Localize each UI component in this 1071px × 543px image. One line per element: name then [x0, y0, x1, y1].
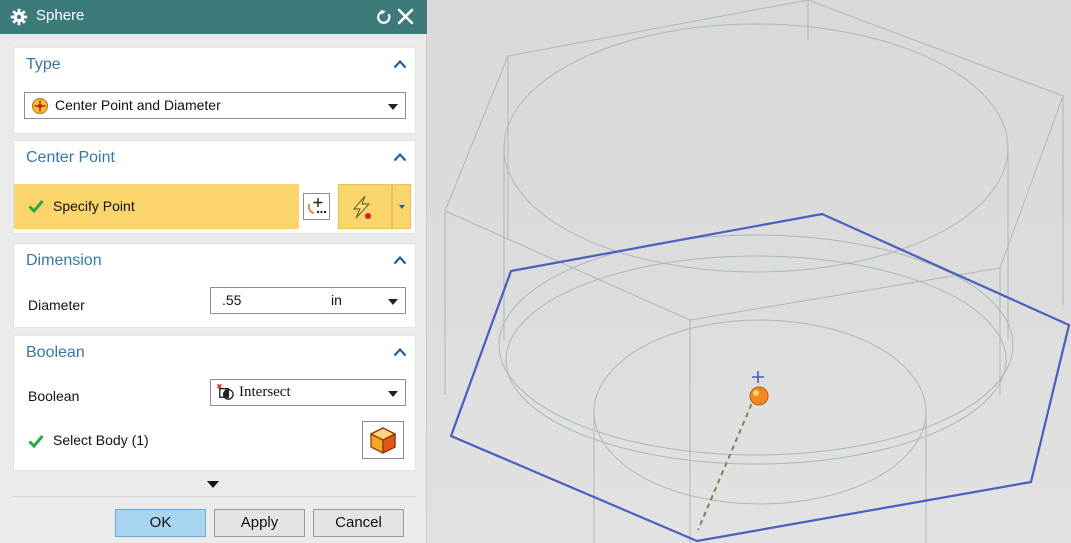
sphere-dialog: Sphere Type Center Point and Diameter Ce…: [0, 0, 427, 543]
center-point-icon: [32, 98, 48, 114]
dropdown-arrow-icon: [388, 391, 398, 397]
type-method-dropdown[interactable]: Center Point and Diameter: [24, 92, 406, 119]
boolean-value: Intersect: [239, 384, 291, 400]
wireframe-model[interactable]: [427, 0, 1071, 543]
middle-ring-inner: [505, 255, 1007, 465]
point-dialog-button[interactable]: [303, 193, 330, 220]
dimension-section-header[interactable]: Dimension: [26, 252, 102, 270]
more-options-arrow-icon[interactable]: [207, 481, 219, 488]
dialog-title-bar[interactable]: Sphere: [0, 0, 427, 34]
chevron-up-icon[interactable]: [393, 347, 407, 357]
dimension-section: Dimension Diameter .55 in: [13, 243, 416, 328]
apply-button[interactable]: Apply: [214, 509, 305, 537]
diameter-unit[interactable]: in: [331, 292, 342, 308]
boolean-label: Boolean: [28, 388, 80, 404]
select-body-label: Select Body (1): [53, 432, 149, 448]
lower-hex-back-edge: [444, 210, 1001, 321]
ok-button[interactable]: OK: [115, 509, 206, 537]
chevron-up-icon[interactable]: [393, 152, 407, 162]
checkmark-icon: [28, 200, 44, 213]
diameter-label: Diameter: [28, 297, 85, 313]
diameter-preview-line: [697, 395, 756, 531]
upper-hex-right-edge: [807, 0, 1064, 97]
diameter-field[interactable]: .55 in: [210, 287, 406, 314]
middle-ring-outer: [498, 234, 1014, 456]
center-point-section: Center Point Specify Point: [13, 140, 416, 234]
solid-body-icon: [369, 427, 397, 455]
upper-hex-left-edge: [444, 55, 509, 212]
boolean-dropdown[interactable]: Intersect: [210, 379, 406, 406]
lightning-point-icon: [352, 195, 371, 219]
checkmark-icon: [28, 435, 44, 448]
type-method-value: Center Point and Diameter: [55, 97, 221, 113]
point-constructor-icon: [308, 198, 326, 214]
cancel-button[interactable]: Cancel: [313, 509, 404, 537]
gear-icon: [10, 8, 28, 26]
boolean-section-header[interactable]: Boolean: [26, 344, 85, 362]
select-body-button[interactable]: [362, 421, 404, 459]
reset-icon[interactable]: [376, 9, 392, 25]
boolean-section: Boolean Boolean Intersect Select Body (1…: [13, 335, 416, 471]
sphere-highlight: [753, 390, 759, 396]
specify-point-label: Specify Point: [53, 198, 135, 214]
chevron-up-icon[interactable]: [393, 59, 407, 69]
point-options-dropdown[interactable]: [392, 184, 411, 229]
inferred-point-button[interactable]: [338, 184, 392, 229]
graphics-viewport[interactable]: [427, 0, 1071, 543]
point-marker-icon: [752, 371, 764, 383]
close-icon[interactable]: [397, 8, 414, 25]
dropdown-arrow-icon: [388, 299, 398, 305]
dialog-title: Sphere: [36, 7, 85, 24]
dropdown-arrow-icon: [388, 104, 398, 110]
center-point-section-header[interactable]: Center Point: [26, 149, 115, 167]
upper-hex-top-edge: [507, 0, 809, 57]
diameter-value[interactable]: .55: [222, 292, 241, 308]
dialog-button-bar: OK Apply Cancel: [0, 496, 427, 543]
inner-hole-ellipse: [593, 319, 927, 505]
intersect-icon: [216, 383, 234, 400]
specify-point-row[interactable]: Specify Point: [14, 184, 299, 229]
upper-hex-front-edge: [999, 95, 1064, 269]
chevron-down-icon: [399, 205, 405, 209]
button-bar-divider: [13, 496, 416, 497]
type-section: Type Center Point and Diameter: [13, 47, 416, 134]
chevron-up-icon[interactable]: [393, 255, 407, 265]
type-section-header[interactable]: Type: [26, 56, 61, 74]
sphere-preview: [749, 386, 769, 406]
